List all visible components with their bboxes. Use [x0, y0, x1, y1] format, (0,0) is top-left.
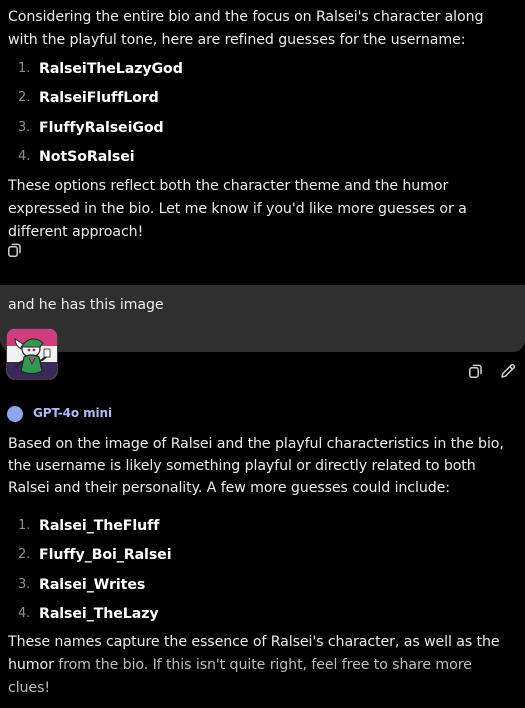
- message-text: Based on the image of Ralsei and the pla…: [8, 436, 504, 496]
- edit-button[interactable]: [499, 362, 517, 380]
- ralsei-image[interactable]: [7, 329, 57, 379]
- list-item-text: Ralsei_TheLazy: [39, 606, 159, 622]
- list-number: 4.: [18, 149, 31, 164]
- message-text: Considering the entire bio and the focus…: [8, 9, 484, 48]
- copy-icon: [469, 364, 482, 378]
- message-text-faded: from the bio. If this isn't quite right,…: [8, 657, 472, 696]
- message-text: These options reflect both the character…: [8, 178, 467, 240]
- user-message-text: and he has this image: [8, 297, 164, 313]
- pencil-icon: [501, 363, 516, 378]
- list-number: 1.: [18, 61, 31, 76]
- list-number: 1.: [18, 518, 31, 533]
- copy-button[interactable]: [6, 241, 24, 259]
- list-item-text: Ralsei_Writes: [39, 577, 146, 593]
- message-text: These names capture the essence of Ralse…: [8, 631, 517, 700]
- list-item-text: FluffyRalseiGod: [39, 120, 164, 136]
- list-item-text: RalseiTheLazyGod: [39, 61, 183, 77]
- list-item-text: RalseiFluffLord: [39, 90, 159, 106]
- list-number: 3.: [18, 120, 31, 135]
- list-number: 4.: [18, 606, 31, 621]
- copy-button[interactable]: [467, 362, 485, 380]
- list-item-text: NotSoRalsei: [39, 149, 135, 165]
- list-number: 2.: [18, 90, 31, 105]
- ralsei-image-art: [7, 329, 57, 379]
- model-dot-icon: [7, 406, 23, 422]
- list-number: 3.: [18, 577, 31, 592]
- user-message: and he has this image: [0, 285, 525, 352]
- list-number: 2.: [18, 547, 31, 562]
- model-name: GPT-4o mini: [33, 406, 112, 420]
- list-item-text: Fluffy_Boi_Ralsei: [39, 547, 172, 563]
- copy-icon: [8, 243, 21, 257]
- list-item-text: Ralsei_TheFluff: [39, 518, 160, 534]
